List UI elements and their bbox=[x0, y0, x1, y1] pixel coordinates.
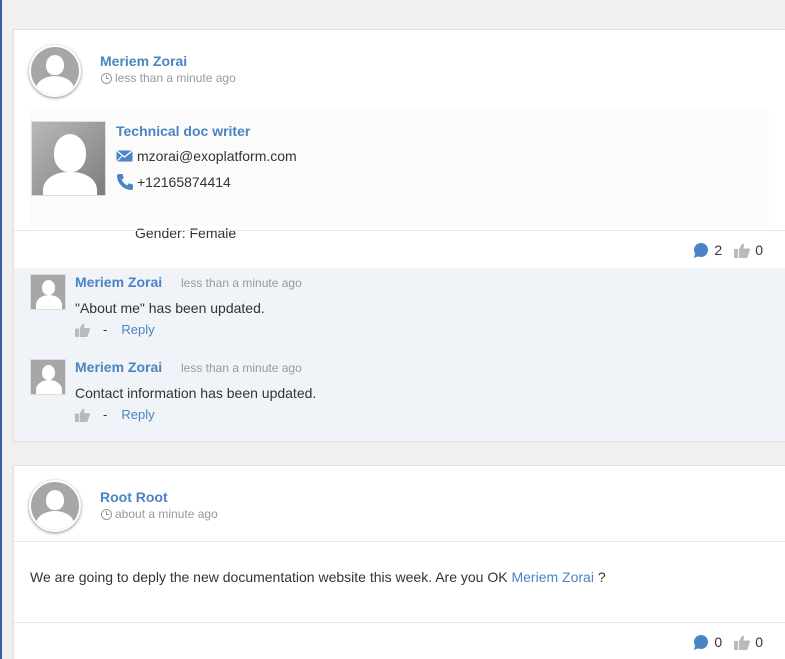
commenter-name[interactable]: Meriem Zorai bbox=[75, 274, 162, 290]
activity-stats: 0 0 bbox=[681, 634, 763, 650]
author-name[interactable]: Root Root bbox=[100, 489, 168, 505]
comment-text: "About me" has been updated. bbox=[75, 300, 265, 316]
author-name[interactable]: Meriem Zorai bbox=[100, 53, 187, 69]
left-edge-bar bbox=[0, 0, 2, 659]
divider bbox=[14, 622, 785, 623]
action-separator: - bbox=[103, 322, 108, 337]
user-mention-link[interactable]: Meriem Zorai bbox=[511, 569, 593, 585]
profile-photo[interactable] bbox=[31, 121, 106, 196]
profile-summary: Technical doc writer mzorai@exoplatform.… bbox=[30, 110, 769, 241]
reply-link[interactable]: Reply bbox=[121, 322, 154, 337]
commenter-name[interactable]: Meriem Zorai bbox=[75, 359, 162, 375]
timestamp-text: about a minute ago bbox=[115, 507, 218, 521]
phone-icon bbox=[117, 174, 133, 190]
phone-value: +12165874414 bbox=[137, 174, 231, 190]
like-count: 0 bbox=[755, 634, 763, 650]
gender-value: Gender: Female bbox=[135, 225, 237, 241]
comment-count-button[interactable]: 0 bbox=[693, 634, 722, 650]
divider bbox=[14, 230, 785, 231]
activity-timestamp: less than a minute ago bbox=[101, 71, 236, 85]
phone-line: +12165874414 bbox=[116, 173, 231, 191]
clock-icon bbox=[101, 508, 112, 520]
comment-text: Contact information has been updated. bbox=[75, 385, 317, 401]
like-icon[interactable] bbox=[75, 323, 90, 337]
author-avatar[interactable] bbox=[29, 45, 81, 97]
comment-item: Meriem Zorai less than a minute ago "Abo… bbox=[30, 274, 770, 344]
like-count: 0 bbox=[755, 242, 763, 258]
like-icon bbox=[734, 243, 751, 258]
job-title: Technical doc writer bbox=[116, 123, 251, 139]
activity-card-post: Root Root about a minute ago We are goin… bbox=[13, 465, 785, 659]
commenter-avatar[interactable] bbox=[30, 359, 66, 395]
comment-timestamp: less than a minute ago bbox=[181, 361, 302, 375]
timestamp-text: less than a minute ago bbox=[115, 71, 236, 85]
comment-actions: - Reply bbox=[75, 407, 155, 422]
activity-timestamp: about a minute ago bbox=[101, 507, 218, 521]
reply-link[interactable]: Reply bbox=[121, 407, 154, 422]
author-avatar[interactable] bbox=[29, 480, 81, 532]
comment-timestamp: less than a minute ago bbox=[181, 276, 302, 290]
clock-icon bbox=[101, 72, 112, 84]
commenter-avatar[interactable] bbox=[30, 274, 66, 310]
like-count-button[interactable]: 0 bbox=[734, 634, 763, 650]
comment-count: 0 bbox=[714, 634, 723, 650]
like-count-button[interactable]: 0 bbox=[734, 242, 763, 258]
like-icon bbox=[734, 635, 751, 650]
comment-count: 2 bbox=[714, 242, 723, 258]
comment-icon bbox=[694, 634, 709, 650]
comment-actions: - Reply bbox=[75, 322, 155, 337]
post-text: We are going to deply the new documentat… bbox=[30, 569, 606, 585]
post-text-before: We are going to deply the new documentat… bbox=[30, 569, 512, 585]
email-value: mzorai@exoplatform.com bbox=[137, 148, 297, 164]
activity-card-profile-update: Meriem Zorai less than a minute ago Tech… bbox=[13, 29, 785, 441]
mail-icon bbox=[116, 150, 133, 162]
comment-item: Meriem Zorai less than a minute ago Cont… bbox=[30, 359, 770, 429]
post-text-after: ? bbox=[593, 569, 606, 585]
action-separator: - bbox=[103, 407, 108, 422]
comments-section: Meriem Zorai less than a minute ago "Abo… bbox=[14, 268, 785, 441]
like-icon[interactable] bbox=[75, 408, 90, 422]
activity-stats: 2 0 bbox=[681, 242, 763, 258]
comment-count-button[interactable]: 2 bbox=[693, 242, 722, 258]
divider bbox=[14, 541, 785, 542]
email-line: mzorai@exoplatform.com bbox=[116, 148, 297, 164]
comment-icon bbox=[694, 242, 709, 258]
